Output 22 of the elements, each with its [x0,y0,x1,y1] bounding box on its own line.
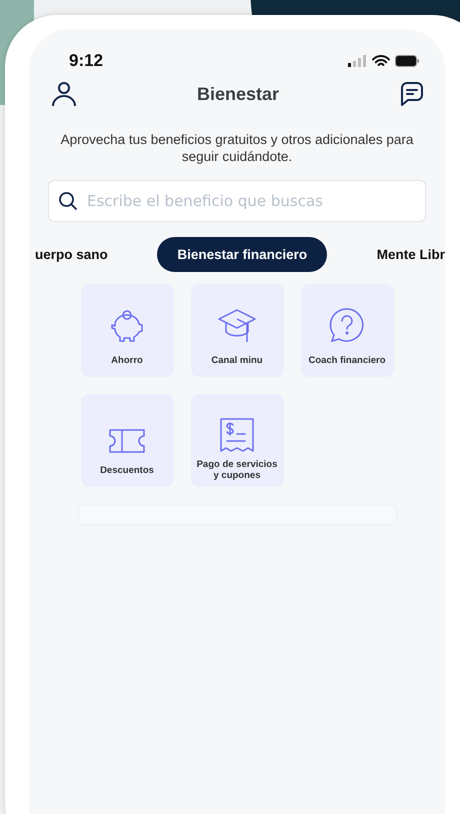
graduation-cap-icon [217,307,257,343]
piggy-bank-icon [109,309,145,343]
wifi-icon [372,54,390,68]
benefit-tile[interactable]: Descuentos [80,394,174,487]
intro-text: Aprovecha tus beneficios gratuitos y otros adicionales para seguir cuidándote. [60,131,414,165]
profile-icon[interactable] [51,81,77,107]
benefit-tile[interactable]: Canal minu [190,284,284,377]
signal-icon [347,55,367,67]
benefit-tile[interactable]: Coach financiero [300,284,394,377]
search-field[interactable]: Escribe el beneficio que buscas [48,180,426,222]
page-title: Bienestar [196,84,280,104]
category-tab[interactable]: Bienestar financiero [157,237,328,272]
receipt-icon [219,417,255,453]
ticket-icon [109,429,145,453]
chat-icon[interactable] [398,81,425,107]
question-bubble-icon [329,307,365,343]
benefit-tile[interactable]: Pago de servicios y cupones [190,394,284,487]
status-time: 9:12 [69,51,104,71]
benefit-tile[interactable]: Ahorro [80,284,174,377]
category-tab[interactable]: uerpo sano [35,237,128,272]
battery-icon [395,55,419,67]
category-tab[interactable]: Mente Libr [356,237,445,272]
